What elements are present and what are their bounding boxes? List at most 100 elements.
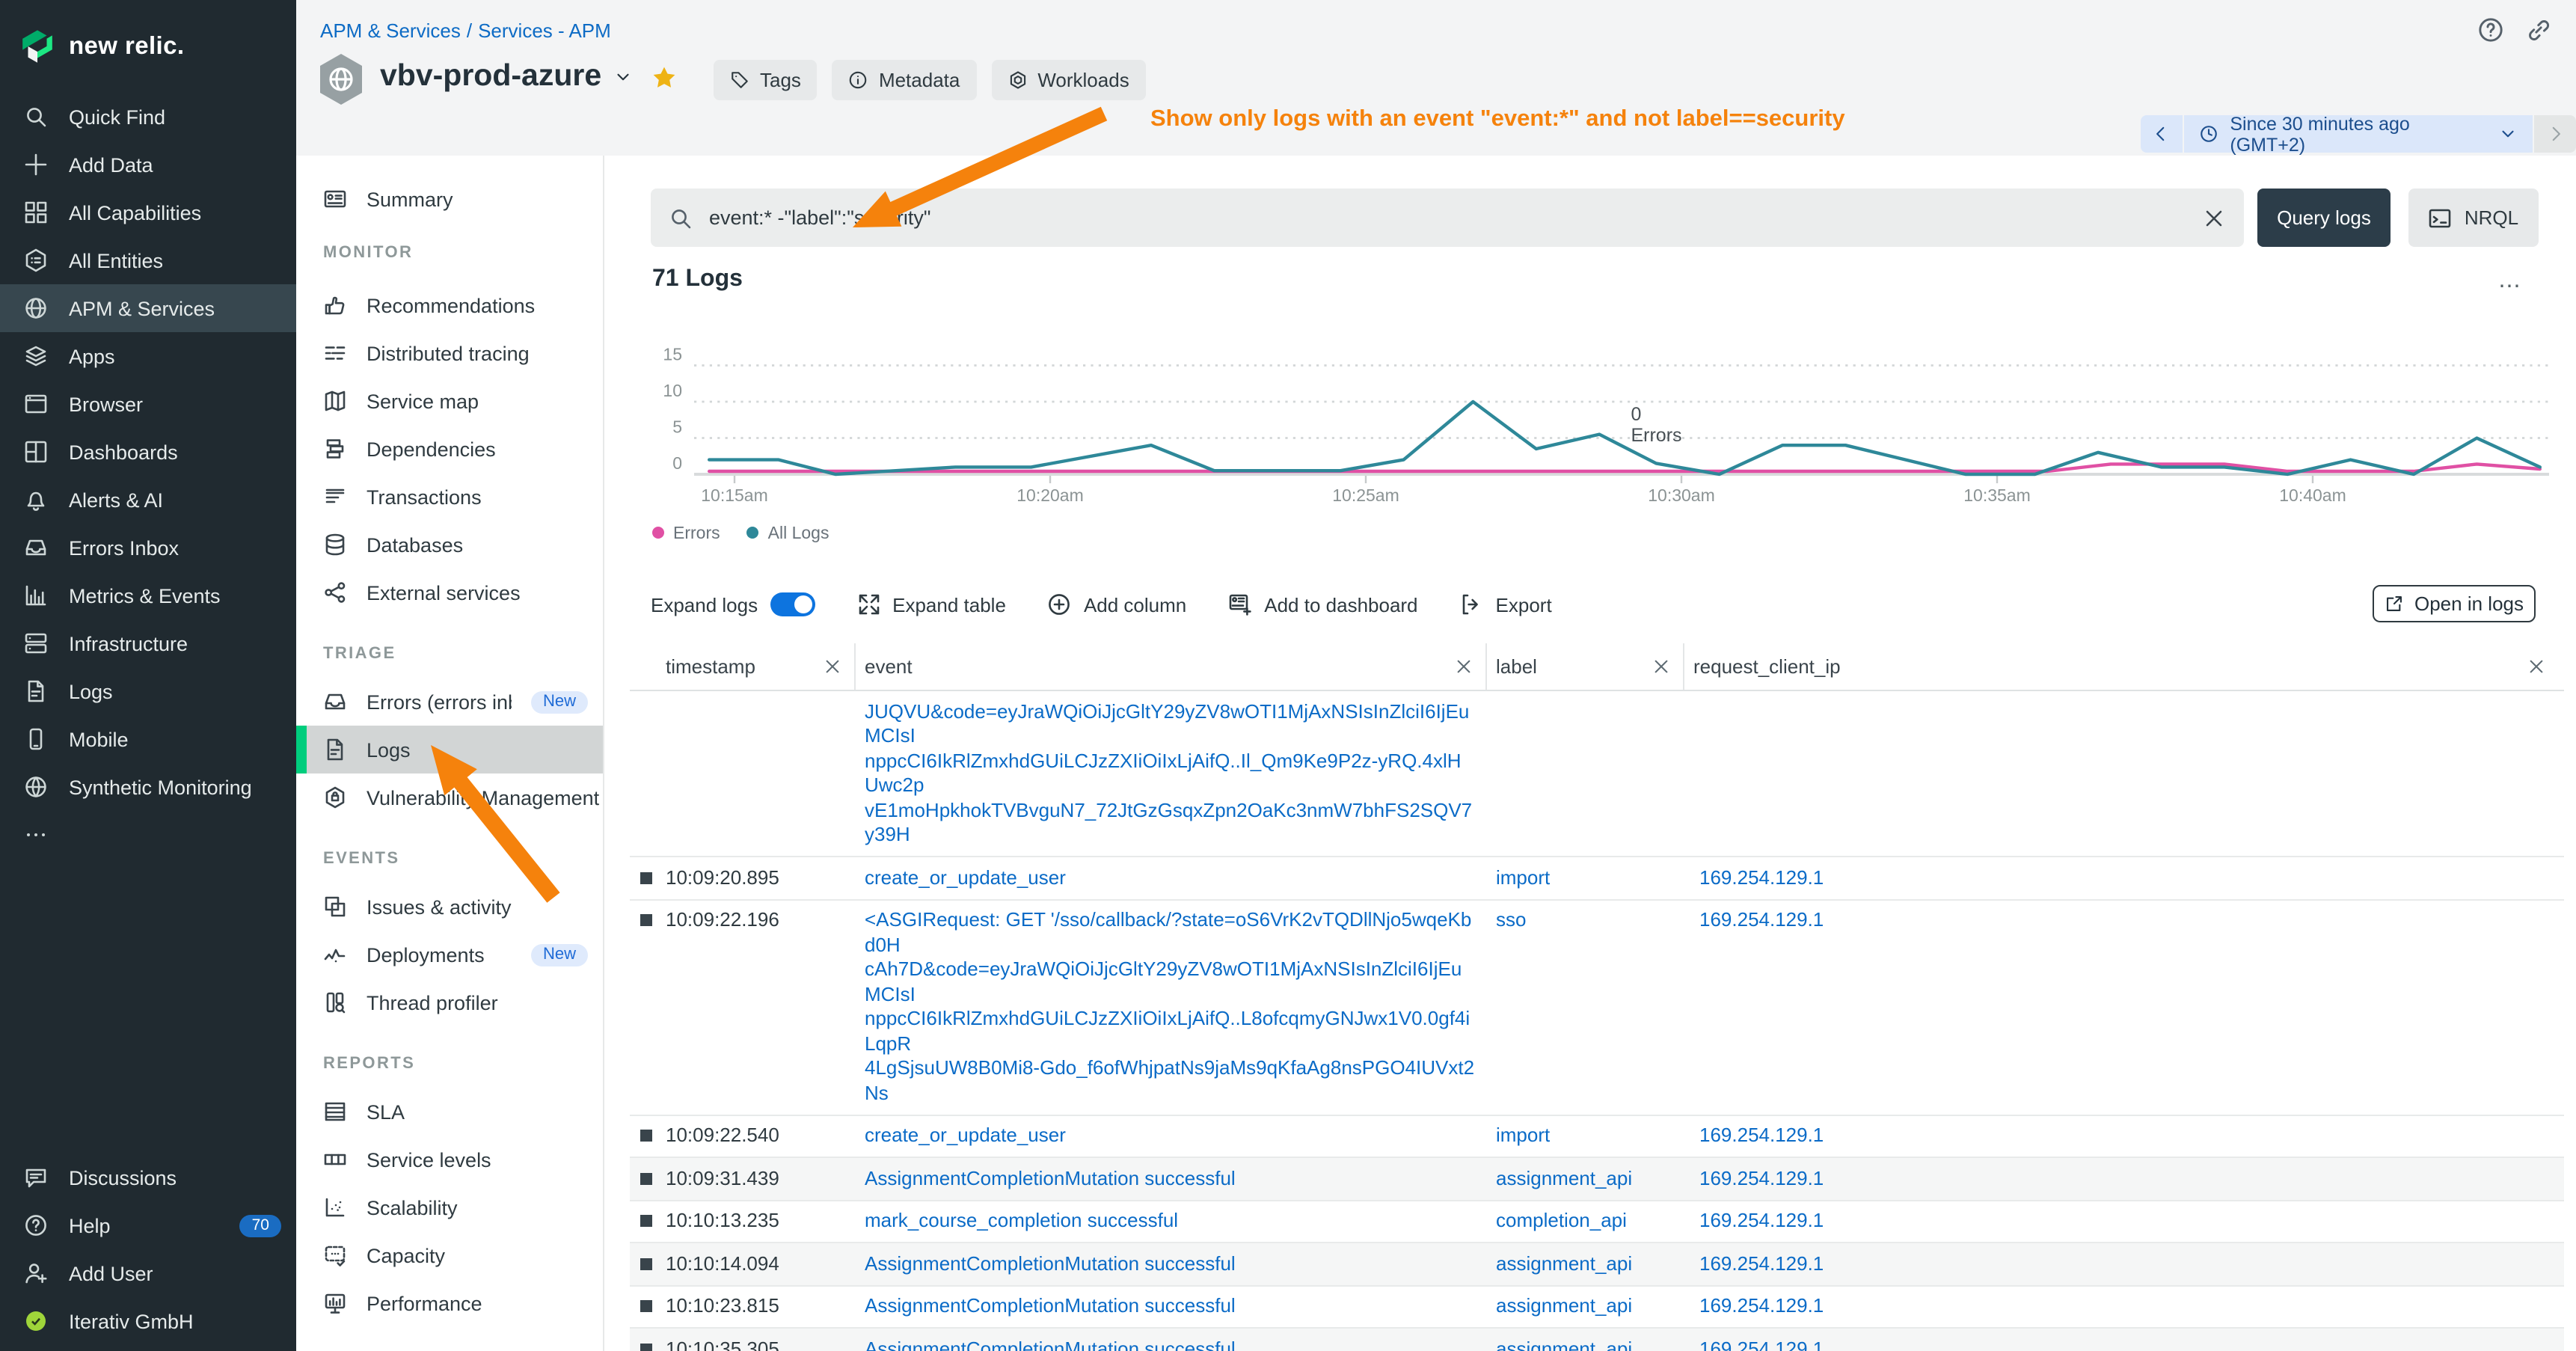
sidebar-item-metrics-events[interactable]: Metrics & Events: [0, 572, 296, 619]
subnav-item-scalability[interactable]: Scalability: [296, 1183, 603, 1231]
ip-link[interactable]: 169.254.129.1: [1699, 1209, 1824, 1231]
sidebar-item-alerts-ai[interactable]: Alerts & AI: [0, 476, 296, 524]
ip-link[interactable]: 169.254.129.1: [1699, 1252, 1824, 1274]
subnav-item-logs[interactable]: Logs: [296, 726, 603, 773]
open-in-logs-button[interactable]: Open in logs: [2373, 585, 2536, 622]
event-link[interactable]: AssignmentCompletionMutation successful: [865, 1166, 1475, 1191]
event-link[interactable]: AssignmentCompletionMutation successful: [865, 1252, 1475, 1276]
clear-search-icon[interactable]: [2202, 206, 2226, 230]
page-title[interactable]: vbv-prod-azure: [380, 58, 633, 94]
help-circle-icon[interactable]: [2477, 16, 2504, 43]
label-link[interactable]: assignment_api: [1496, 1252, 1632, 1274]
remove-column-icon[interactable]: [1652, 657, 1671, 676]
event-link[interactable]: create_or_update_user: [865, 866, 1475, 890]
table-row[interactable]: 10:09:20.895create_or_update_userimport1…: [630, 857, 2564, 900]
sidebar-item-more[interactable]: [0, 811, 296, 859]
breadcrumb-services-apm[interactable]: Services - APM: [478, 19, 611, 42]
remove-column-icon[interactable]: [1454, 657, 1473, 676]
event-link[interactable]: AssignmentCompletionMutation successful: [865, 1294, 1475, 1319]
workloads-button[interactable]: Workloads: [991, 60, 1145, 100]
remove-column-icon[interactable]: [823, 657, 842, 676]
event-link[interactable]: cAh7D&code=eyJraWQiOiJjcGltY29yZV8wOTI1M…: [865, 958, 1475, 1007]
add-to-dashboard-button[interactable]: Add to dashboard: [1228, 592, 1417, 616]
subnav-item-thread-profiler[interactable]: Thread profiler: [296, 978, 603, 1026]
log-query-input[interactable]: [706, 205, 2189, 230]
expand-logs-toggle[interactable]: [770, 592, 815, 616]
table-row[interactable]: 10:09:22.196<ASGIRequest: GET '/sso/call…: [630, 900, 2564, 1115]
table-row[interactable]: 10:09:22.540create_or_update_userimport1…: [630, 1115, 2564, 1158]
favorite-star-icon[interactable]: [651, 64, 678, 91]
event-link[interactable]: 4LgSjsuUW8B0Mi8-Gdo_f6ofWhjpatNs9jaMs9qK…: [865, 1056, 1475, 1106]
label-link[interactable]: import: [1496, 1124, 1550, 1146]
sidebar-item-browser[interactable]: Browser: [0, 380, 296, 428]
subnav-item-issues-activity[interactable]: Issues & activity: [296, 883, 603, 931]
table-row[interactable]: 10:09:31.439AssignmentCompletionMutation…: [630, 1158, 2564, 1201]
chevron-down-icon[interactable]: [613, 67, 633, 86]
sidebar-footer-help[interactable]: Help70: [0, 1201, 296, 1249]
table-row[interactable]: 10:10:14.094AssignmentCompletionMutation…: [630, 1243, 2564, 1286]
subnav-item-dependencies[interactable]: Dependencies: [296, 425, 603, 473]
ip-link[interactable]: 169.254.129.1: [1699, 866, 1824, 888]
ip-link[interactable]: 169.254.129.1: [1699, 1294, 1824, 1317]
ip-link[interactable]: 169.254.129.1: [1699, 1124, 1824, 1146]
sidebar-footer-add-user[interactable]: Add User: [0, 1249, 296, 1297]
subnav-item-service-map[interactable]: Service map: [296, 377, 603, 425]
subnav-item-vulnerability-management[interactable]: Vulnerability Management: [296, 773, 603, 821]
remove-column-icon[interactable]: [2527, 657, 2546, 676]
event-link[interactable]: create_or_update_user: [865, 1124, 1475, 1148]
sidebar-item-add-data[interactable]: Add Data: [0, 141, 296, 189]
sidebar-item-apps[interactable]: Apps: [0, 332, 296, 380]
event-link[interactable]: vE1moHpkhokTVBvguN7_72JtGzGsqxZpn2OaKc3n…: [865, 798, 1475, 848]
subnav-item-recommendations[interactable]: Recommendations: [296, 281, 603, 329]
sidebar-item-logs[interactable]: Logs: [0, 667, 296, 715]
sidebar-item-mobile[interactable]: Mobile: [0, 715, 296, 763]
sidebar-footer-iterativ-gmbh[interactable]: Iterativ GmbH: [0, 1297, 296, 1345]
legend-item-errors[interactable]: Errors: [652, 525, 720, 543]
add-column-button[interactable]: Add column: [1048, 592, 1186, 616]
share-link-icon[interactable]: [2525, 16, 2552, 43]
tags-button[interactable]: Tags: [714, 60, 818, 100]
time-picker-next-button[interactable]: [2535, 115, 2576, 153]
event-link[interactable]: AssignmentCompletionMutation successful: [865, 1337, 1475, 1351]
ip-link[interactable]: 169.254.129.1: [1699, 1166, 1824, 1189]
time-picker-dropdown[interactable]: Since 30 minutes ago (GMT+2): [2183, 115, 2533, 153]
table-row[interactable]: 10:10:13.235mark_course_completion succe…: [630, 1201, 2564, 1243]
subnav-item-databases[interactable]: Databases: [296, 521, 603, 569]
table-row[interactable]: 10:10:35.305AssignmentCompletionMutation…: [630, 1329, 2564, 1351]
time-picker-prev-button[interactable]: [2141, 115, 2182, 153]
subnav-item-sla[interactable]: SLA: [296, 1088, 603, 1136]
subnav-item-performance[interactable]: Performance: [296, 1279, 603, 1327]
label-link[interactable]: assignment_api: [1496, 1337, 1632, 1351]
export-button[interactable]: Export: [1460, 592, 1552, 616]
new-relic-logo[interactable]: new relic.: [0, 0, 296, 72]
sidebar-item-all-entities[interactable]: All Entities: [0, 236, 296, 284]
event-link[interactable]: nppcCI6IkRlZmxhdGUiLCJzZXIiOiIxLjAifQ..L…: [865, 1007, 1475, 1056]
sidebar-item-infrastructure[interactable]: Infrastructure: [0, 619, 296, 667]
sidebar-footer-discussions[interactable]: Discussions: [0, 1154, 296, 1201]
label-link[interactable]: import: [1496, 866, 1550, 888]
subnav-item-summary[interactable]: Summary: [296, 175, 603, 223]
event-link[interactable]: JUQVU&code=eyJraWQiOiJjcGltY29yZV8wOTI1M…: [865, 699, 1475, 749]
sidebar-item-apm-services[interactable]: APM & Services: [0, 284, 296, 332]
table-row[interactable]: JUQVU&code=eyJraWQiOiJjcGltY29yZV8wOTI1M…: [630, 691, 2564, 857]
chart-menu-button[interactable]: ⋯: [2498, 272, 2522, 299]
subnav-item-service-levels[interactable]: Service levels: [296, 1136, 603, 1183]
query-logs-button[interactable]: Query logs: [2257, 189, 2391, 247]
table-row[interactable]: 10:10:23.815AssignmentCompletionMutation…: [630, 1286, 2564, 1329]
event-link[interactable]: mark_course_completion successful: [865, 1209, 1475, 1234]
label-link[interactable]: assignment_api: [1496, 1294, 1632, 1317]
label-link[interactable]: completion_api: [1496, 1209, 1627, 1231]
sidebar-item-quick-find[interactable]: Quick Find: [0, 93, 296, 141]
subnav-item-transactions[interactable]: Transactions: [296, 473, 603, 521]
sidebar-item-errors-inbox[interactable]: Errors Inbox: [0, 524, 296, 572]
event-link[interactable]: nppcCI6IkRlZmxhdGUiLCJzZXIiOiIxLjAifQ..I…: [865, 749, 1475, 798]
breadcrumb-apm-services[interactable]: APM & Services: [320, 19, 461, 42]
nrql-button[interactable]: NRQL: [2408, 189, 2539, 247]
subnav-item-errors-errors-inb[interactable]: Errors (errors inb...New: [296, 678, 603, 726]
metadata-button[interactable]: Metadata: [832, 60, 976, 100]
label-link[interactable]: assignment_api: [1496, 1166, 1632, 1189]
event-link[interactable]: <ASGIRequest: GET '/sso/callback/?state=…: [865, 908, 1475, 958]
legend-item-all-logs[interactable]: All Logs: [747, 525, 829, 543]
subnav-item-external-services[interactable]: External services: [296, 569, 603, 616]
ip-link[interactable]: 169.254.129.1: [1699, 1337, 1824, 1351]
